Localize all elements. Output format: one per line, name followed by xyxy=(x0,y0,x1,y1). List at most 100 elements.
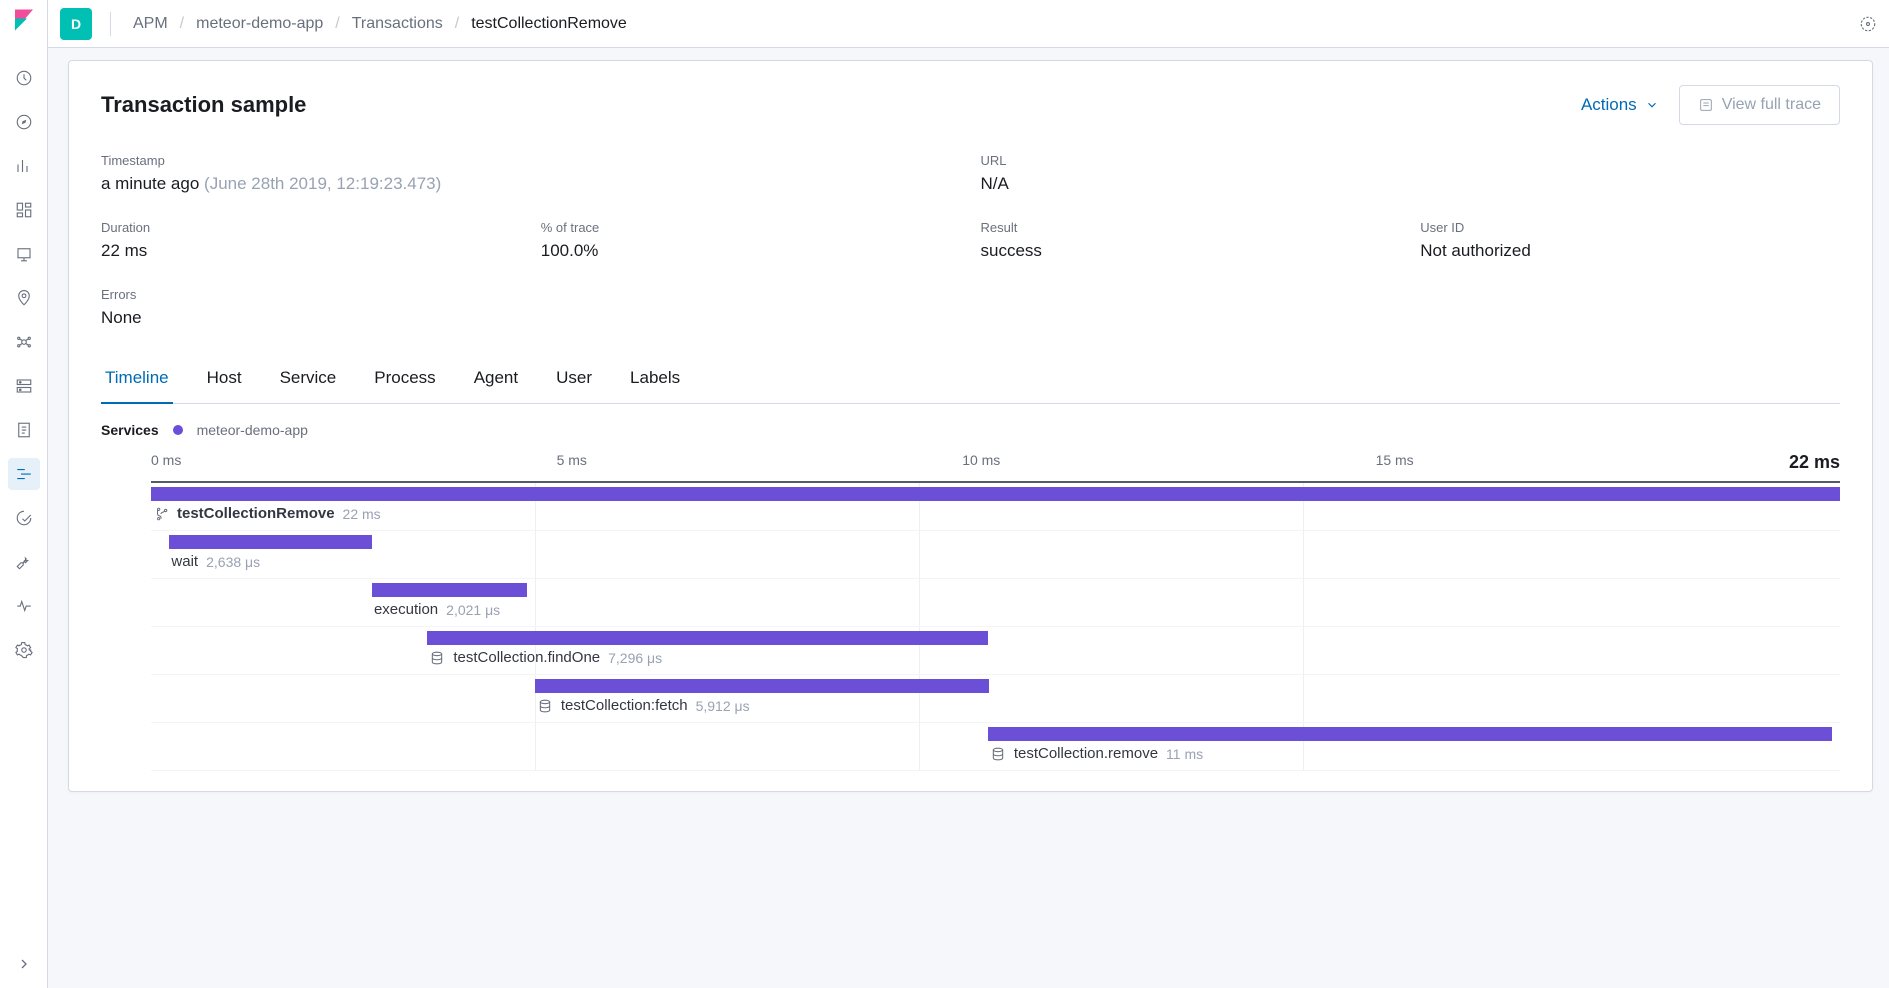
nav-canvas-icon[interactable] xyxy=(8,238,40,270)
result-value: success xyxy=(981,241,1401,261)
trace-icon xyxy=(1698,97,1714,113)
axis-tick: 0 ms xyxy=(151,452,181,473)
span-label: testCollection:fetch 5,912 μs xyxy=(537,697,750,714)
timeline: 0 ms5 ms10 ms15 ms22 ms testCollectionRe… xyxy=(101,452,1840,771)
topbar: D APM / meteor-demo-app / Transactions /… xyxy=(48,0,1889,48)
span-bar xyxy=(535,679,989,693)
span-row[interactable]: wait2,638 μs xyxy=(151,531,1840,579)
span-duration: 5,912 μs xyxy=(696,698,750,714)
summary-label: Errors xyxy=(101,287,521,302)
span-name: testCollection:fetch xyxy=(561,697,688,714)
trace-pct-value: 100.0% xyxy=(541,241,961,261)
errors-value: None xyxy=(101,308,521,328)
summary-userid: User ID Not authorized xyxy=(1420,220,1840,261)
db-icon xyxy=(429,650,445,666)
span-duration: 22 ms xyxy=(343,506,381,522)
nav-recent-icon[interactable] xyxy=(8,62,40,94)
db-icon xyxy=(537,698,553,714)
span-row[interactable]: testCollection.remove 11 ms xyxy=(151,723,1840,771)
nav-infra-icon[interactable] xyxy=(8,370,40,402)
actions-dropdown[interactable]: Actions xyxy=(1581,95,1659,115)
span-duration: 2,021 μs xyxy=(446,602,500,618)
tabs: Timeline Host Service Process Agent User Label… xyxy=(101,352,1840,404)
span-name: testCollection.findOne xyxy=(453,649,600,666)
axis-max: 22 ms xyxy=(1789,452,1840,473)
breadcrumb-separator: / xyxy=(455,15,459,33)
tab-labels[interactable]: Labels xyxy=(626,358,684,403)
nav-monitoring-icon[interactable] xyxy=(8,590,40,622)
span-name: testCollectionRemove xyxy=(177,505,335,522)
nav-visualize-icon[interactable] xyxy=(8,150,40,182)
view-full-trace-button[interactable]: View full trace xyxy=(1679,85,1840,125)
left-nav xyxy=(0,0,48,988)
span-row[interactable]: execution 2,021 μs xyxy=(151,579,1840,627)
summary-errors: Errors None xyxy=(101,287,521,328)
nav-apm-icon[interactable] xyxy=(8,458,40,490)
url-value: N/A xyxy=(981,174,1841,194)
divider xyxy=(110,12,111,36)
summary-label: Result xyxy=(981,220,1401,235)
userid-value: Not authorized xyxy=(1420,241,1840,261)
legend-dot-icon xyxy=(173,425,183,435)
span-label: testCollectionRemove 22 ms xyxy=(153,505,381,522)
span-bar xyxy=(372,583,527,597)
actions-label: Actions xyxy=(1581,95,1637,115)
nav-discover-icon[interactable] xyxy=(8,106,40,138)
breadcrumb-separator: / xyxy=(180,15,184,33)
space-selector[interactable]: D xyxy=(60,8,92,40)
summary-duration: Duration 22 ms xyxy=(101,220,521,261)
nav-dashboard-icon[interactable] xyxy=(8,194,40,226)
nav-logs-icon[interactable] xyxy=(8,414,40,446)
span-row[interactable]: testCollection:fetch 5,912 μs xyxy=(151,675,1840,723)
breadcrumb-service[interactable]: meteor-demo-app xyxy=(196,15,323,33)
view-full-trace-label: View full trace xyxy=(1722,96,1821,114)
breadcrumb-apm[interactable]: APM xyxy=(133,15,168,33)
time-picker-icon[interactable] xyxy=(1859,15,1877,33)
transaction-sample-panel: Transaction sample Actions View full tra… xyxy=(68,60,1873,792)
timestamp-absolute: (June 28th 2019, 12:19:23.473) xyxy=(204,174,441,193)
tab-user[interactable]: User xyxy=(552,358,596,403)
chevron-down-icon xyxy=(1645,98,1659,112)
tab-process[interactable]: Process xyxy=(370,358,439,403)
span-name: execution xyxy=(374,601,438,618)
summary-trace-pct: % of trace 100.0% xyxy=(541,220,961,261)
timestamp-relative: a minute ago xyxy=(101,174,199,193)
nav-maps-icon[interactable] xyxy=(8,282,40,314)
span-duration: 7,296 μs xyxy=(608,650,662,666)
span-label: testCollection.remove 11 ms xyxy=(990,745,1203,762)
duration-value: 22 ms xyxy=(101,241,521,261)
kibana-logo[interactable] xyxy=(12,8,36,32)
tab-service[interactable]: Service xyxy=(276,358,341,403)
nav-devtools-icon[interactable] xyxy=(8,546,40,578)
axis-tick: 5 ms xyxy=(557,452,587,473)
summary-label: % of trace xyxy=(541,220,961,235)
nav-management-icon[interactable] xyxy=(8,634,40,666)
nav-uptime-icon[interactable] xyxy=(8,502,40,534)
waterfall: testCollectionRemove 22 ms wait2,638 μs exe… xyxy=(151,483,1840,771)
breadcrumb-separator: / xyxy=(335,15,339,33)
nav-ml-icon[interactable] xyxy=(8,326,40,358)
breadcrumb-current: testCollectionRemove xyxy=(471,15,627,33)
span-label: wait2,638 μs xyxy=(171,553,260,570)
branch-icon xyxy=(153,506,169,522)
tab-timeline[interactable]: Timeline xyxy=(101,358,173,404)
legend-service-name: meteor-demo-app xyxy=(197,422,308,438)
content: Transaction sample Actions View full tra… xyxy=(48,48,1889,988)
summary-timestamp: Timestamp a minute ago (June 28th 2019, … xyxy=(101,153,961,194)
span-duration: 11 ms xyxy=(1166,746,1203,762)
span-name: testCollection.remove xyxy=(1014,745,1158,762)
summary-label: URL xyxy=(981,153,1841,168)
collapse-sidebar-icon[interactable] xyxy=(8,948,40,980)
span-bar xyxy=(988,727,1833,741)
services-label: Services xyxy=(101,422,159,438)
summary-label: Timestamp xyxy=(101,153,961,168)
span-bar xyxy=(427,631,987,645)
timeline-axis: 0 ms5 ms10 ms15 ms22 ms xyxy=(151,452,1840,483)
breadcrumb-transactions[interactable]: Transactions xyxy=(352,15,443,33)
axis-tick: 15 ms xyxy=(1376,452,1414,473)
tab-host[interactable]: Host xyxy=(203,358,246,403)
services-legend: Services meteor-demo-app xyxy=(101,422,1840,438)
span-row[interactable]: testCollectionRemove 22 ms xyxy=(151,483,1840,531)
tab-agent[interactable]: Agent xyxy=(470,358,522,403)
span-row[interactable]: testCollection.findOne 7,296 μs xyxy=(151,627,1840,675)
